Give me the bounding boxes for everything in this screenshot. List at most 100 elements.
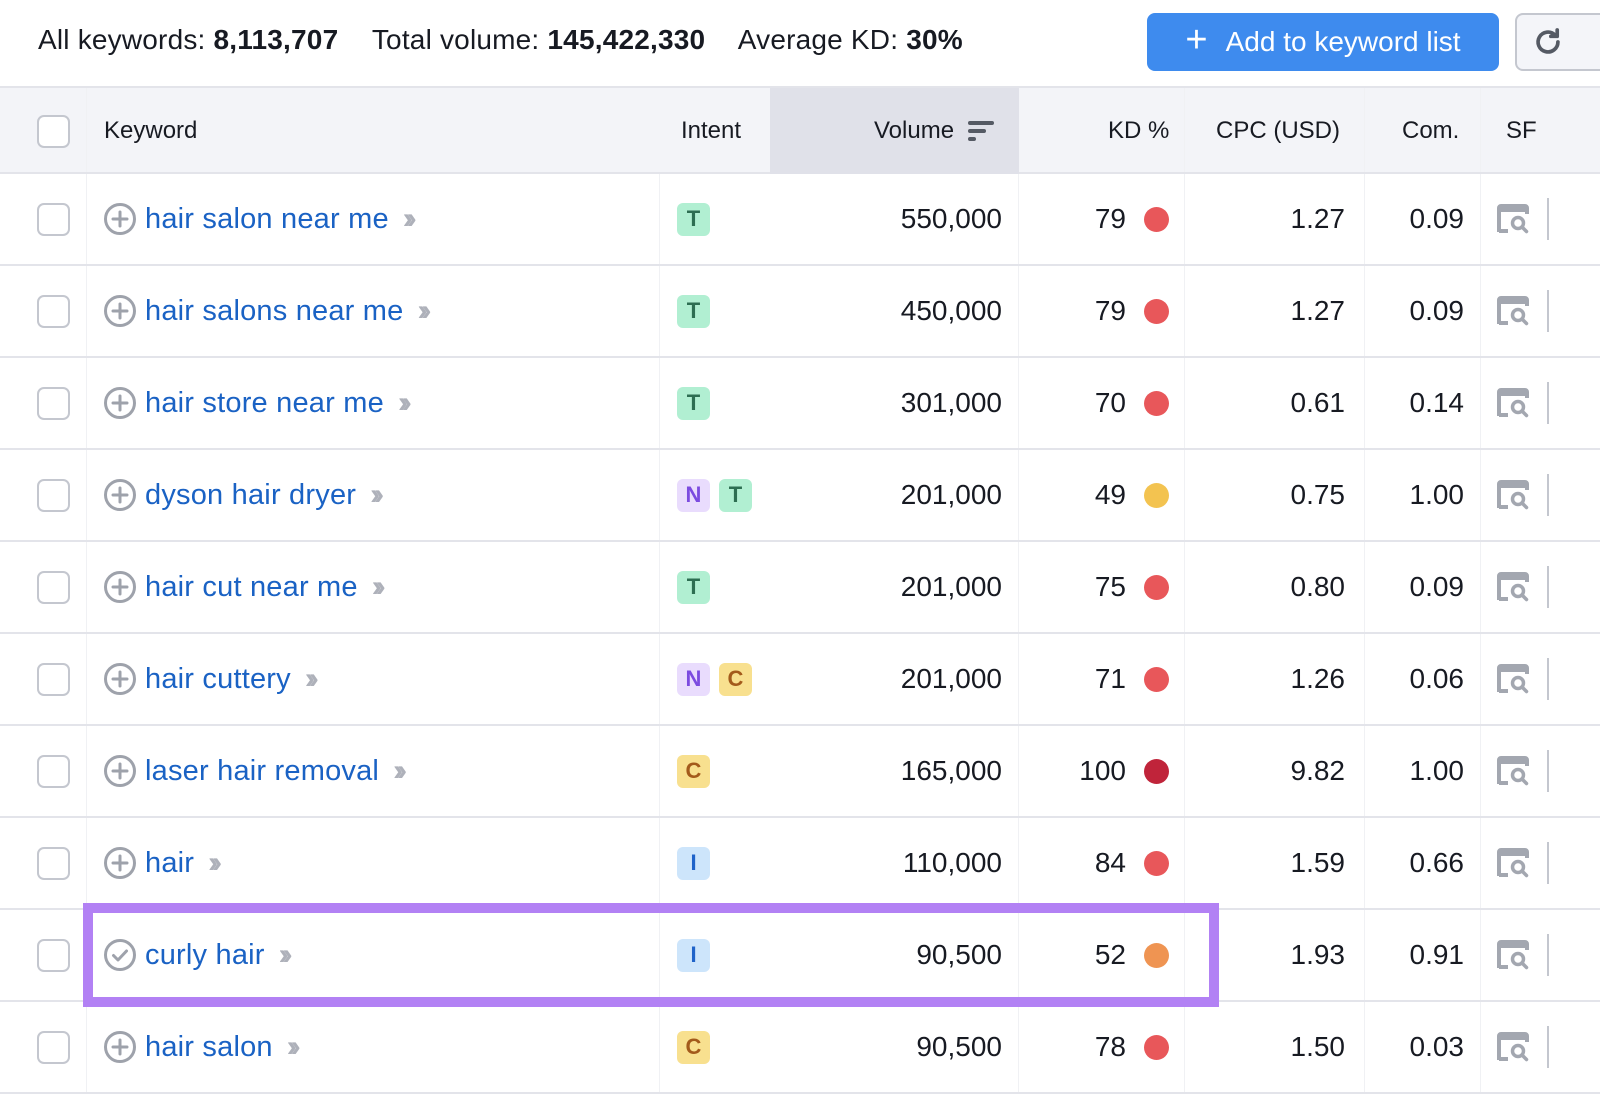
double-chevron-right-icon[interactable]: ›› [372, 570, 380, 604]
serp-preview-icon[interactable] [1496, 756, 1530, 786]
keyword-link[interactable]: hair salon [145, 1031, 273, 1064]
intent-cell: C [677, 1002, 719, 1092]
kd-value: 78 [1095, 1031, 1126, 1063]
keyword-link[interactable]: hair salon near me [145, 203, 389, 236]
serp-preview-icon[interactable] [1496, 572, 1530, 602]
keyword-link[interactable]: dyson hair dryer [145, 479, 356, 512]
keyword-link[interactable]: hair salons near me [145, 295, 404, 328]
table-row: laser hair removal ›› C 165,000 100 9.82… [0, 726, 1600, 818]
keyword-cell: laser hair removal ›› [103, 726, 401, 816]
all-keywords-stat: All keywords: 8,113,707 [38, 24, 338, 55]
serp-preview-icon[interactable] [1496, 1032, 1530, 1062]
row-checkbox[interactable] [37, 295, 70, 328]
sf-cell [1496, 358, 1530, 448]
add-circle-icon[interactable] [103, 754, 137, 788]
keyword-cell: dyson hair dryer ›› [103, 450, 378, 540]
column-header-volume[interactable]: Volume [770, 88, 1019, 174]
cpc-cell: 1.26 [1185, 634, 1345, 724]
double-chevron-right-icon[interactable]: ›› [208, 846, 216, 880]
volume-cell: 90,500 [770, 1002, 1002, 1092]
row-checkbox[interactable] [37, 939, 70, 972]
serp-preview-icon[interactable] [1496, 848, 1530, 878]
double-chevron-right-icon[interactable]: ›› [370, 478, 378, 512]
column-header-keyword[interactable]: Keyword [104, 88, 197, 174]
keyword-link[interactable]: hair store near me [145, 387, 384, 420]
serp-preview-icon[interactable] [1496, 388, 1530, 418]
add-circle-icon[interactable] [103, 478, 137, 512]
cpc-cell: 1.27 [1185, 174, 1345, 264]
column-header-sf[interactable]: SF [1506, 88, 1537, 174]
kd-value: 71 [1095, 663, 1126, 695]
double-chevron-right-icon[interactable]: ›› [287, 1030, 295, 1064]
row-checkbox[interactable] [37, 387, 70, 420]
double-chevron-right-icon[interactable]: ›› [418, 294, 426, 328]
refresh-icon [1531, 25, 1565, 59]
keyword-cell: curly hair ›› [103, 910, 287, 1000]
add-circle-icon[interactable] [103, 846, 137, 880]
select-all-cell [37, 88, 70, 174]
intent-badge-N: N [677, 479, 710, 512]
keyword-cell: hair cuttery ›› [103, 634, 313, 724]
kd-difficulty-dot [1144, 575, 1169, 600]
added-check-icon[interactable] [103, 938, 137, 972]
column-header-com[interactable]: Com. [1402, 88, 1459, 174]
column-header-intent[interactable]: Intent [681, 88, 741, 174]
intent-cell: C [677, 726, 719, 816]
double-chevron-right-icon[interactable]: ›› [403, 202, 411, 236]
kd-value: 84 [1095, 847, 1126, 879]
column-separator [1547, 198, 1549, 240]
serp-preview-icon[interactable] [1496, 296, 1530, 326]
row-checkbox[interactable] [37, 755, 70, 788]
keyword-link[interactable]: hair [145, 847, 194, 880]
com-cell: 1.00 [1365, 726, 1464, 816]
row-checkbox[interactable] [37, 663, 70, 696]
refresh-button[interactable] [1515, 13, 1600, 71]
kd-difficulty-dot [1144, 207, 1169, 232]
intent-badge-C: C [677, 755, 710, 788]
row-checkbox[interactable] [37, 1031, 70, 1064]
volume-cell: 201,000 [770, 450, 1002, 540]
keyword-link[interactable]: hair cut near me [145, 571, 358, 604]
double-chevron-right-icon[interactable]: ›› [305, 662, 313, 696]
serp-preview-icon[interactable] [1496, 480, 1530, 510]
serp-preview-icon[interactable] [1496, 204, 1530, 234]
table-row: hair store near me ›› T 301,000 70 0.61 … [0, 358, 1600, 450]
kd-difficulty-dot [1144, 943, 1169, 968]
serp-preview-icon[interactable] [1496, 664, 1530, 694]
table-row: hair salon ›› C 90,500 78 1.50 0.03 [0, 1002, 1600, 1094]
double-chevron-right-icon[interactable]: ›› [393, 754, 401, 788]
column-header-kd[interactable]: KD % [1108, 88, 1169, 174]
add-circle-icon[interactable] [103, 662, 137, 696]
row-checkbox[interactable] [37, 203, 70, 236]
double-chevron-right-icon[interactable]: ›› [398, 386, 406, 420]
intent-badge-N: N [677, 663, 710, 696]
intent-cell: I [677, 910, 719, 1000]
sf-cell [1496, 542, 1530, 632]
table-row: hair cut near me ›› T 201,000 75 0.80 0.… [0, 542, 1600, 634]
intent-badge-I: I [677, 847, 710, 880]
column-separator [1547, 382, 1549, 424]
kd-value: 75 [1095, 571, 1126, 603]
column-header-cpc[interactable]: CPC (USD) [1216, 88, 1340, 174]
add-circle-icon[interactable] [103, 202, 137, 236]
kd-cell: 79 [1019, 266, 1169, 356]
com-cell: 0.03 [1365, 1002, 1464, 1092]
intent-badge-T: T [677, 387, 710, 420]
row-checkbox[interactable] [37, 847, 70, 880]
keyword-link[interactable]: hair cuttery [145, 663, 291, 696]
add-circle-icon[interactable] [103, 294, 137, 328]
keyword-link[interactable]: laser hair removal [145, 755, 379, 788]
add-circle-icon[interactable] [103, 570, 137, 604]
select-all-checkbox[interactable] [37, 115, 70, 148]
keyword-link[interactable]: curly hair [145, 939, 265, 972]
row-checkbox[interactable] [37, 479, 70, 512]
add-circle-icon[interactable] [103, 386, 137, 420]
intent-cell: NC [677, 634, 761, 724]
row-checkbox[interactable] [37, 571, 70, 604]
sort-descending-icon[interactable] [968, 120, 994, 142]
add-to-keyword-list-button[interactable]: + Add to keyword list [1147, 13, 1499, 71]
row-select-cell [37, 358, 70, 448]
add-circle-icon[interactable] [103, 1030, 137, 1064]
serp-preview-icon[interactable] [1496, 940, 1530, 970]
double-chevron-right-icon[interactable]: ›› [279, 938, 287, 972]
